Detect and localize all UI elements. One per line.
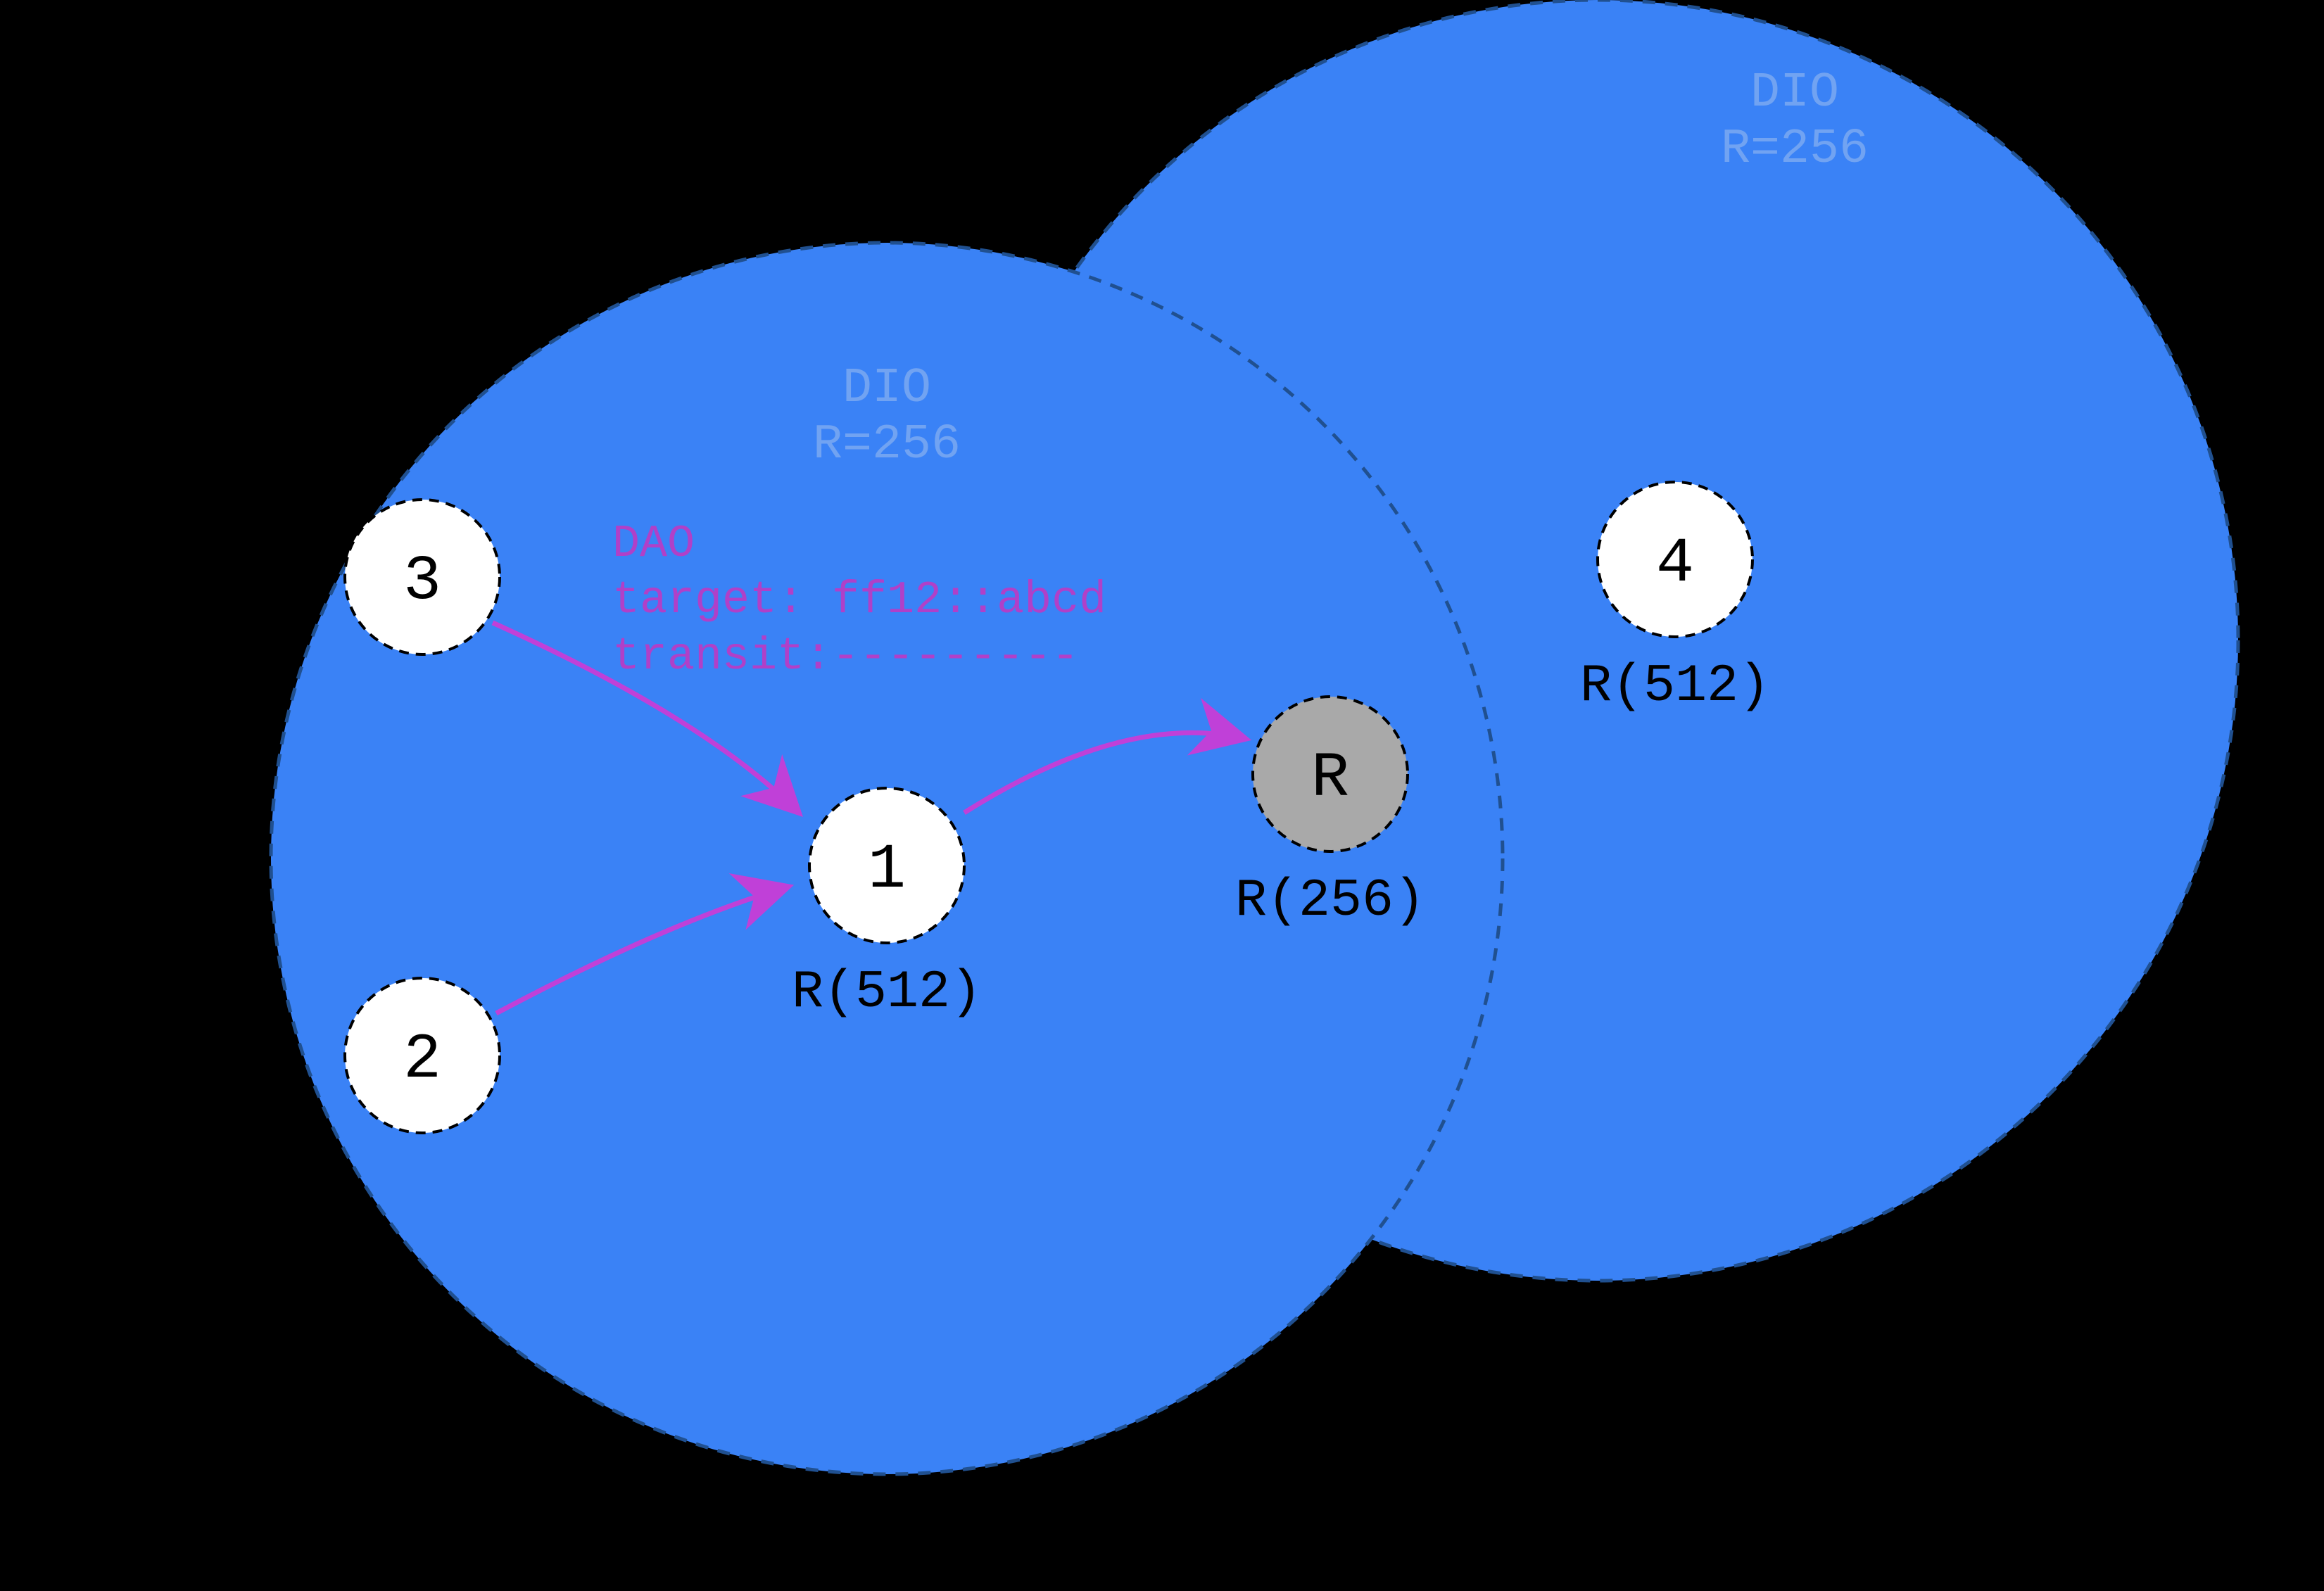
node-4-label: 4 (1656, 528, 1694, 600)
region-left-label-line1: DIO (842, 361, 931, 417)
dao-line1: DAO (612, 518, 695, 570)
node-3: 3 (345, 500, 500, 654)
node-root-label: R (1311, 743, 1349, 815)
node-2-label: 2 (403, 1025, 441, 1096)
dao-line3: transit:--------- (612, 630, 1079, 683)
dao-line2: target: ff12::abcd (612, 574, 1106, 626)
node-4-sub: R(512) (1580, 657, 1770, 716)
region-right-label-line2: R=256 (1721, 122, 1869, 177)
node-2: 2 (345, 978, 500, 1133)
node-root-sub: R(256) (1235, 871, 1425, 931)
region-right-label-line1: DIO (1750, 65, 1839, 121)
diagram-canvas: DIO R=256 DIO R=256 3 2 1 R(512) R R(256… (0, 0, 2324, 1591)
node-1-label: 1 (868, 835, 906, 906)
node-1-sub: R(512) (792, 963, 982, 1022)
node-3-label: 3 (403, 546, 441, 618)
region-left-label-line2: R=256 (813, 417, 961, 473)
